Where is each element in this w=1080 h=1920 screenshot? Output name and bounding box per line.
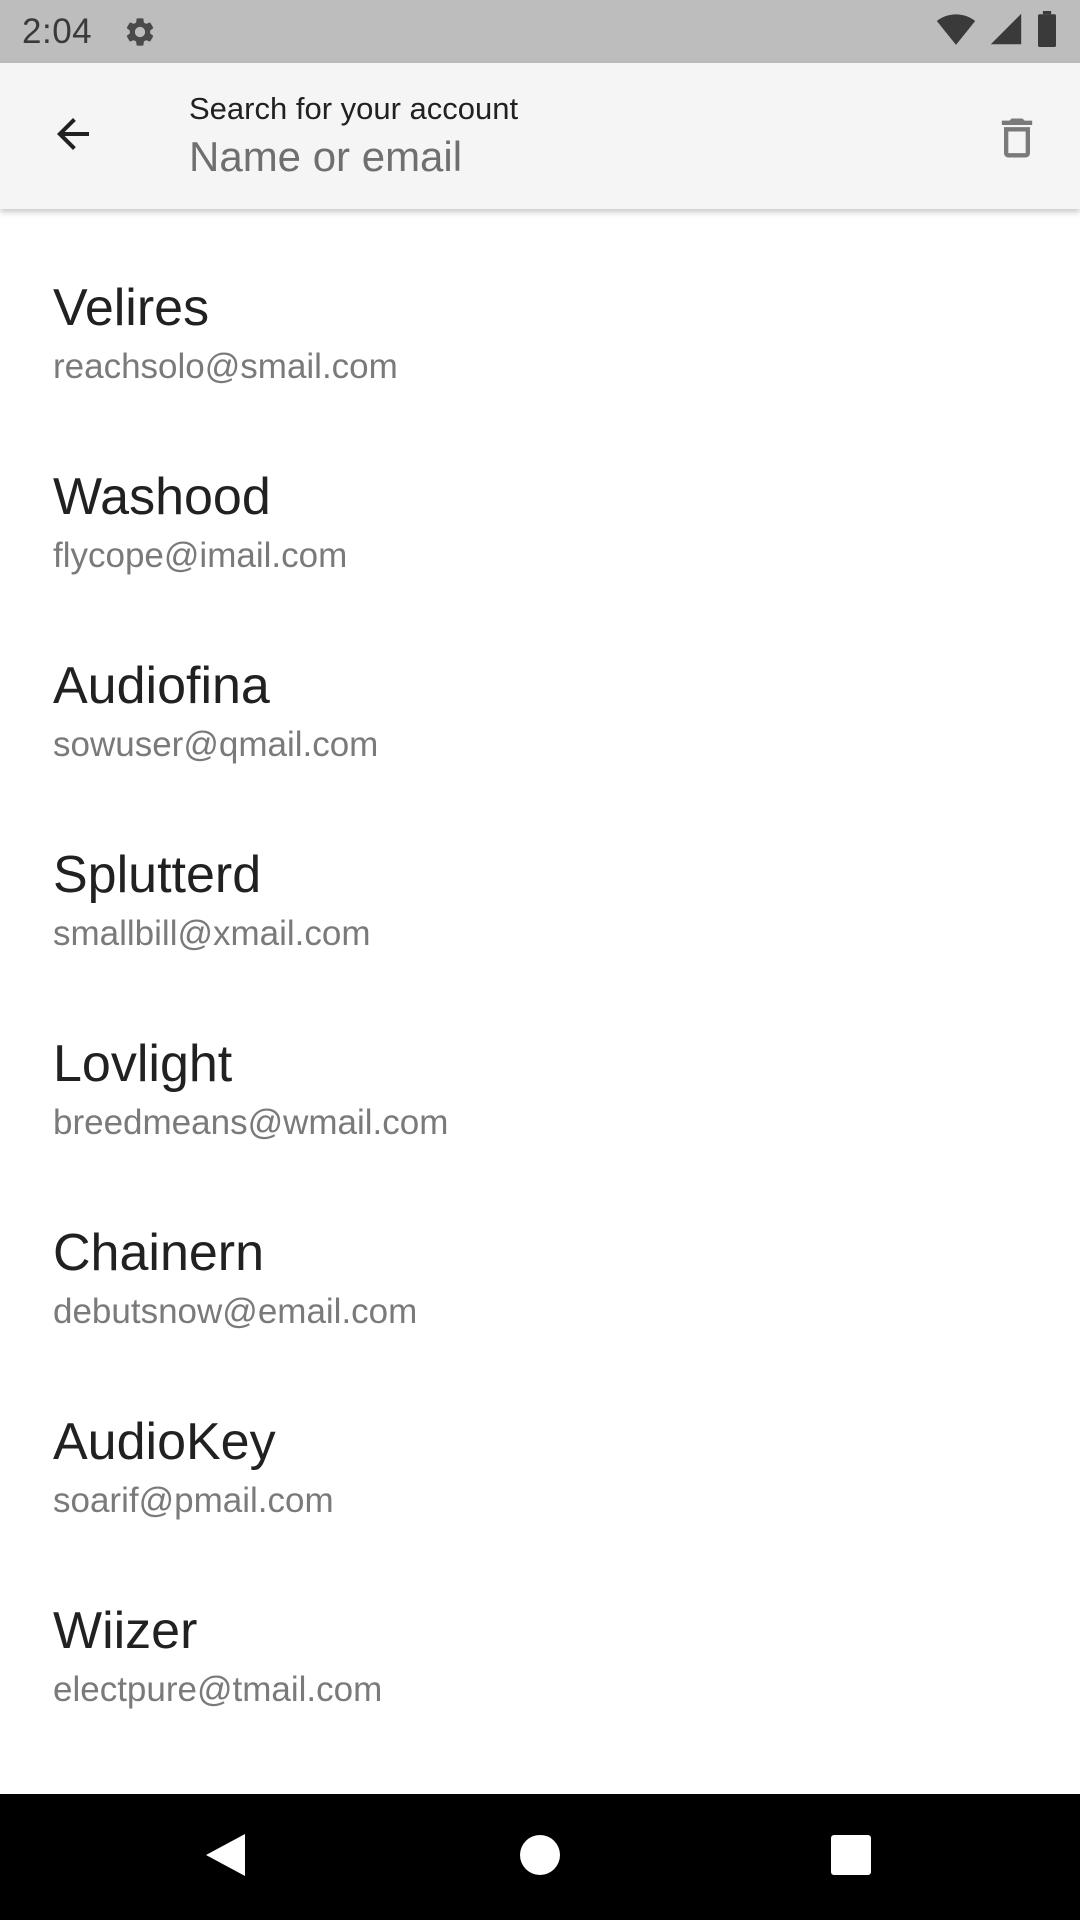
search-app-bar: Search for your account xyxy=(0,63,1080,209)
navigation-bar xyxy=(0,1794,1080,1920)
nav-back-button[interactable] xyxy=(184,1816,266,1898)
search-label: Search for your account xyxy=(189,91,519,126)
account-list: Velires reachsolo@smail.com Washood flyc… xyxy=(0,209,1080,1794)
back-triangle-icon xyxy=(203,1831,247,1884)
account-name: Washood xyxy=(53,468,271,526)
account-name: Audiofina xyxy=(53,657,270,715)
account-name: AudioKey xyxy=(53,1413,276,1471)
nav-recents-button[interactable] xyxy=(810,1816,892,1898)
account-list-item[interactable]: Audiofina sowuser@qmail.com xyxy=(0,587,1080,776)
search-input[interactable] xyxy=(189,127,949,187)
account-email: sowuser@qmail.com xyxy=(53,725,379,764)
account-list-item[interactable]: Velires reachsolo@smail.com xyxy=(0,209,1080,398)
recents-square-icon xyxy=(831,1834,871,1880)
account-email: reachsolo@smail.com xyxy=(53,347,398,386)
account-name: Lovlight xyxy=(53,1035,233,1093)
arrow-back-icon xyxy=(49,110,97,163)
back-button[interactable] xyxy=(36,99,110,173)
home-circle-icon xyxy=(520,1834,560,1880)
account-list-item[interactable]: Washood flycope@imail.com xyxy=(0,398,1080,587)
status-icons xyxy=(936,11,1058,52)
account-name: Wiizer xyxy=(53,1602,198,1660)
account-list-item[interactable]: AudioKey soarif@pmail.com xyxy=(0,1343,1080,1532)
status-bar: 2:04 xyxy=(0,0,1080,63)
account-list-item[interactable]: Chainern debutsnow@email.com xyxy=(0,1154,1080,1343)
account-name: Splutterd xyxy=(53,846,262,904)
nav-home-button[interactable] xyxy=(499,1816,581,1898)
gear-icon xyxy=(122,14,158,50)
account-email: electpure@tmail.com xyxy=(53,1670,383,1709)
account-email: breedmeans@wmail.com xyxy=(53,1103,449,1142)
trash-can-icon xyxy=(991,112,1043,169)
account-email: smallbill@xmail.com xyxy=(53,914,371,953)
wifi-icon xyxy=(936,12,976,51)
status-time: 2:04 xyxy=(22,11,93,51)
account-email: debutsnow@email.com xyxy=(53,1292,418,1331)
account-list-item[interactable]: Splutterd smallbill@xmail.com xyxy=(0,776,1080,965)
account-list-item[interactable]: Wiizer electpure@tmail.com xyxy=(0,1532,1080,1721)
account-email: soarif@pmail.com xyxy=(53,1481,334,1520)
account-name: Velires xyxy=(53,279,210,337)
clear-search-button[interactable] xyxy=(980,103,1054,177)
account-list-item[interactable]: Lovlight breedmeans@wmail.com xyxy=(0,965,1080,1154)
cellular-signal-icon xyxy=(990,12,1022,51)
account-email: flycope@imail.com xyxy=(53,536,348,575)
account-name: Chainern xyxy=(53,1224,265,1282)
battery-icon xyxy=(1036,11,1058,52)
